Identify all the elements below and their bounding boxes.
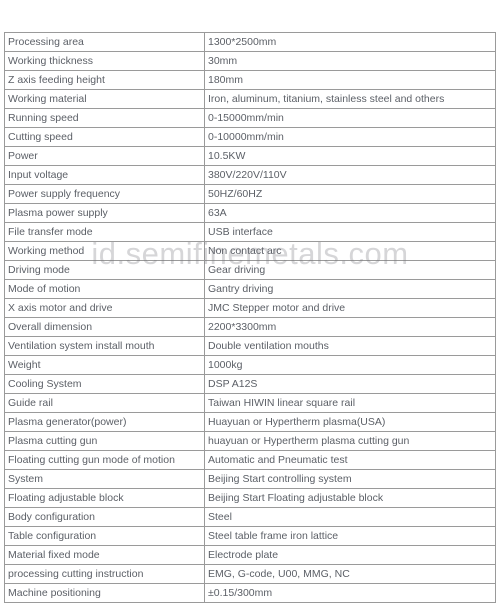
table-row: Running speed 0-15000mm/min — [4, 108, 496, 128]
table-cell-value: Huayuan or Hypertherm plasma(USA) — [204, 412, 496, 432]
table-cell-value: Steel — [204, 507, 496, 527]
table-cell-parameter: Table configuration — [4, 526, 205, 546]
table-cell-value: 1300*2500mm — [204, 32, 496, 52]
table-row: Plasma generator(power) Huayuan or Hypert… — [4, 412, 496, 432]
table-cell-value: 63A — [204, 203, 496, 223]
table-cell-parameter: Floating adjustable block — [4, 488, 205, 508]
specification-table-container: Processing area 1300*2500mm Working thickn… — [4, 32, 496, 603]
table-row: Cutting speed 0-10000mm/min — [4, 127, 496, 147]
table-cell-value: 30mm — [204, 51, 496, 71]
table-row: Working thickness 30mm — [4, 51, 496, 71]
table-cell-value: Iron, aluminum, titanium, stainless stee… — [204, 89, 496, 109]
table-row: Driving mode Gear driving — [4, 260, 496, 280]
table-cell-value: 0-10000mm/min — [204, 127, 496, 147]
table-cell-parameter: System — [4, 469, 205, 489]
table-row: Cooling System DSP A12S — [4, 374, 496, 394]
table-row: Working material Iron, aluminum, titanium… — [4, 89, 496, 109]
table-row: Mode of motion Gantry driving — [4, 279, 496, 299]
table-cell-value: Electrode plate — [204, 545, 496, 565]
table-cell-value: Beijing Start Floating adjustable block — [204, 488, 496, 508]
table-cell-value: Steel table frame iron lattice — [204, 526, 496, 546]
table-cell-parameter: Driving mode — [4, 260, 205, 280]
table-cell-parameter: Floating cutting gun mode of motion — [4, 450, 205, 470]
table-cell-value: 10.5KW — [204, 146, 496, 166]
table-cell-parameter: File transfer mode — [4, 222, 205, 242]
table-cell-value: 1000kg — [204, 355, 496, 375]
table-cell-value: JMC Stepper motor and drive — [204, 298, 496, 318]
specification-table: Processing area 1300*2500mm Working thickn… — [4, 32, 496, 603]
table-cell-value: EMG, G-code, U00, MMG, NC — [204, 564, 496, 584]
table-cell-parameter: Plasma cutting gun — [4, 431, 205, 451]
table-cell-value: Non contact arc — [204, 241, 496, 261]
table-row: Processing area 1300*2500mm — [4, 32, 496, 52]
table-row: processing cutting instruction EMG, G-cod… — [4, 564, 496, 584]
table-cell-value: ±0.15/300mm — [204, 583, 496, 603]
table-cell-parameter: Z axis feeding height — [4, 70, 205, 90]
table-cell-value: USB interface — [204, 222, 496, 242]
table-cell-value: Automatic and Pneumatic test — [204, 450, 496, 470]
specification-table-body: Processing area 1300*2500mm Working thickn… — [4, 32, 496, 603]
table-row: Floating cutting gun mode of motion Autom… — [4, 450, 496, 470]
table-cell-value: 180mm — [204, 70, 496, 90]
table-cell-value: Gear driving — [204, 260, 496, 280]
table-row: Table configuration Steel table frame iro… — [4, 526, 496, 546]
table-cell-parameter: Overall dimension — [4, 317, 205, 337]
table-cell-parameter: Mode of motion — [4, 279, 205, 299]
table-cell-parameter: Processing area — [4, 32, 205, 52]
table-cell-parameter: Weight — [4, 355, 205, 375]
table-row: Input voltage 380V/220V/110V — [4, 165, 496, 185]
table-cell-value: Double ventilation mouths — [204, 336, 496, 356]
table-cell-parameter: Guide rail — [4, 393, 205, 413]
table-cell-value: huayuan or Hypertherm plasma cutting gun — [204, 431, 496, 451]
table-row: Power supply frequency 50HZ/60HZ — [4, 184, 496, 204]
table-cell-value: 50HZ/60HZ — [204, 184, 496, 204]
table-cell-value: 2200*3300mm — [204, 317, 496, 337]
table-cell-parameter: processing cutting instruction — [4, 564, 205, 584]
table-cell-parameter: Working thickness — [4, 51, 205, 71]
table-cell-parameter: Plasma power supply — [4, 203, 205, 223]
table-cell-parameter: Input voltage — [4, 165, 205, 185]
table-cell-parameter: Cooling System — [4, 374, 205, 394]
table-row: Body configuration Steel — [4, 507, 496, 527]
table-row: Guide rail Taiwan HIWIN linear square rai… — [4, 393, 496, 413]
table-row: Floating adjustable block Beijing Start F… — [4, 488, 496, 508]
table-cell-value: Taiwan HIWIN linear square rail — [204, 393, 496, 413]
table-cell-value: DSP A12S — [204, 374, 496, 394]
table-cell-parameter: Power — [4, 146, 205, 166]
table-row: Weight 1000kg — [4, 355, 496, 375]
table-cell-parameter: Power supply frequency — [4, 184, 205, 204]
table-row: X axis motor and drive JMC Stepper motor … — [4, 298, 496, 318]
table-row: Working method Non contact arc — [4, 241, 496, 261]
table-cell-value: Beijing Start controlling system — [204, 469, 496, 489]
table-row: Plasma power supply 63A — [4, 203, 496, 223]
table-row: Power 10.5KW — [4, 146, 496, 166]
table-row: Overall dimension 2200*3300mm — [4, 317, 496, 337]
table-row: Machine positioning ±0.15/300mm — [4, 583, 496, 603]
table-cell-parameter: Running speed — [4, 108, 205, 128]
table-cell-value: 0-15000mm/min — [204, 108, 496, 128]
table-cell-parameter: Ventilation system install mouth — [4, 336, 205, 356]
table-cell-parameter: Plasma generator(power) — [4, 412, 205, 432]
table-cell-parameter: Cutting speed — [4, 127, 205, 147]
table-row: Z axis feeding height 180mm — [4, 70, 496, 90]
table-cell-parameter: Body configuration — [4, 507, 205, 527]
table-cell-value: Gantry driving — [204, 279, 496, 299]
table-row: File transfer mode USB interface — [4, 222, 496, 242]
table-cell-parameter: Working method — [4, 241, 205, 261]
table-row: System Beijing Start controlling system — [4, 469, 496, 489]
table-cell-parameter: Material fixed mode — [4, 545, 205, 565]
table-row: Material fixed mode Electrode plate — [4, 545, 496, 565]
table-row: Plasma cutting gun huayuan or Hypertherm … — [4, 431, 496, 451]
table-cell-parameter: Working material — [4, 89, 205, 109]
table-cell-parameter: Machine positioning — [4, 583, 205, 603]
table-cell-parameter: X axis motor and drive — [4, 298, 205, 318]
table-cell-value: 380V/220V/110V — [204, 165, 496, 185]
table-row: Ventilation system install mouth Double v… — [4, 336, 496, 356]
